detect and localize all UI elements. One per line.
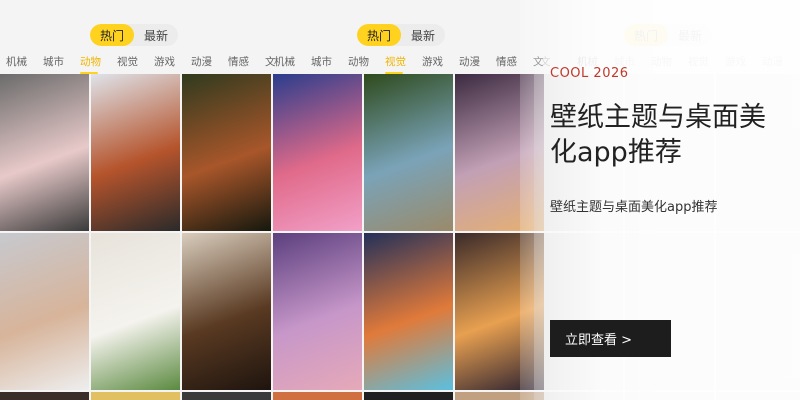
tab-animals[interactable]: 动物 [80, 54, 117, 74]
tab-anime[interactable]: 动漫 [191, 54, 228, 72]
abstract-rainbow-art[interactable] [364, 233, 453, 390]
tab-mechanical[interactable]: 机械 [6, 54, 43, 72]
red-panda-tree-photo[interactable] [182, 74, 271, 231]
wallpaper-grid [0, 74, 544, 400]
toggle-left[interactable]: 热门 最新 [90, 24, 178, 46]
tab-emotion[interactable]: 情感 [228, 54, 265, 72]
tab-anime[interactable]: 动漫 [459, 54, 496, 72]
toggle-mid-new[interactable]: 最新 [401, 24, 445, 46]
pink-moon-art[interactable] [273, 233, 362, 390]
tab-city[interactable]: 城市 [43, 54, 80, 72]
toggle-left-hot[interactable]: 热门 [90, 24, 134, 46]
category-tabs-left: 机械 城市 动物 视觉 游戏 动漫 情感 文 [6, 54, 302, 74]
tab-city[interactable]: 城市 [311, 54, 348, 72]
cat-blanket-photo[interactable] [0, 233, 89, 390]
hero-headline: 壁纸主题与桌面美化app推荐 [550, 102, 766, 168]
view-now-button[interactable]: 立即查看 > [550, 320, 671, 357]
wallpaper-banner: 热门 最新 热门 最新 热门 最新 机械 城市 动物 视觉 游戏 动漫 情感 文… [0, 0, 800, 400]
toggle-mid[interactable]: 热门 最新 [357, 24, 445, 46]
strip-2[interactable] [91, 392, 180, 400]
river-aerial-photo[interactable] [364, 74, 453, 231]
strip-1[interactable] [0, 392, 89, 400]
strip-3[interactable] [182, 392, 271, 400]
strip-4[interactable] [273, 392, 362, 400]
plush-toys-photo[interactable] [0, 74, 89, 231]
tab-mechanical[interactable]: 机械 [274, 54, 311, 72]
tab-games[interactable]: 游戏 [154, 54, 191, 72]
toggle-left-new[interactable]: 最新 [134, 24, 178, 46]
tab-visual[interactable]: 视觉 [117, 54, 154, 72]
strip-5[interactable] [364, 392, 453, 400]
sunset-planet-art[interactable] [273, 74, 362, 231]
tab-visual[interactable]: 视觉 [385, 54, 422, 74]
dog-closeup-photo[interactable] [182, 233, 271, 390]
toggle-mid-hot[interactable]: 热门 [357, 24, 401, 46]
red-panda-snow-photo[interactable] [91, 74, 180, 231]
tab-games[interactable]: 游戏 [422, 54, 459, 72]
hero-subtitle: 壁纸主题与桌面美化app推荐 [550, 200, 718, 215]
tab-animals[interactable]: 动物 [348, 54, 385, 72]
hero-tagline: COOL 2026 [550, 66, 629, 81]
puppy-frog-hat-photo[interactable] [91, 233, 180, 390]
